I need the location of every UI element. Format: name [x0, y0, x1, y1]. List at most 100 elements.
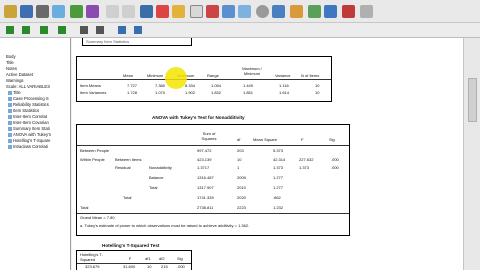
select-cases-icon[interactable] [272, 5, 285, 18]
col-header-sig: Sig [329, 137, 335, 142]
row-label: Total [80, 205, 89, 210]
divider [77, 79, 331, 80]
table-icon [8, 126, 12, 131]
print-preview-icon[interactable] [52, 5, 65, 18]
variables-icon[interactable] [172, 5, 185, 18]
row-label-item-variances: Item Variances [80, 90, 107, 95]
spell-check-icon[interactable] [342, 5, 355, 18]
col-header-n-items: N of Items [301, 73, 320, 78]
demote-icon[interactable] [22, 26, 30, 34]
undo-icon[interactable] [106, 5, 119, 18]
outline-item-label: Item Statistics [13, 108, 40, 113]
open-folder-icon[interactable] [4, 5, 17, 18]
cell-value: 1.373 [273, 165, 284, 170]
table-icon [8, 96, 12, 101]
cell-value: 2223 [237, 205, 246, 210]
col-header-max-min: Maximum / Minimum [242, 66, 262, 76]
redo-icon[interactable] [122, 5, 135, 18]
col-header-sum-squares: Sum of Squares [201, 131, 217, 141]
promote-icon[interactable] [6, 26, 14, 34]
print-icon[interactable] [36, 5, 49, 18]
outline-item-label: Hotelling's T-Square [13, 138, 51, 143]
summary-item-statistics-table[interactable]: Mean Minimum Maximum Range Maximum / Min… [76, 56, 332, 102]
main-toolbar [0, 0, 480, 23]
spss-output-viewer: Body Title Notes Active Dataset Warnings… [0, 0, 480, 270]
col-header-df: df [237, 137, 241, 142]
outline-item-label: Summary Item Stati [13, 126, 50, 131]
vertical-scrollbar[interactable] [463, 38, 480, 270]
col-header-range: Range [207, 73, 219, 78]
cell-value: 8.334 [185, 83, 196, 88]
collapse-icon[interactable] [58, 26, 66, 34]
export-icon[interactable] [70, 5, 83, 18]
col-header-f: F [129, 256, 132, 261]
cell-value: 1.614 [279, 90, 290, 95]
cell-value: 997.472 [197, 148, 212, 153]
outline-item[interactable]: Intraclass Correlati [8, 144, 79, 150]
output-content-pane: Summary Item Statistics Summary Item Sta… [72, 38, 463, 270]
cell-value: 227.632 [299, 157, 314, 162]
insert-cases-icon[interactable] [206, 5, 219, 18]
cell-value: 10 [315, 83, 320, 88]
cell-value: 2020 [237, 195, 246, 200]
cell-value: 323.679 [85, 264, 100, 269]
outline-item-label: Body [6, 54, 16, 59]
recall-dialog-icon[interactable] [86, 5, 99, 18]
col-header-df1: df1 [145, 256, 151, 261]
cell-value: 1.728 [127, 90, 138, 95]
outline-item-label: Inter-Item Correlat [13, 114, 47, 119]
row-label-item-means: Item Means [80, 83, 101, 88]
cell-value: 1.232 [273, 205, 284, 210]
col-header-df2: df2 [159, 256, 165, 261]
row-label: Balance [149, 175, 164, 180]
outline-item-label: Scale: ALL VARIABLES [6, 84, 50, 89]
outline-item-label: Notes [6, 66, 17, 71]
hide-icon[interactable] [96, 26, 104, 34]
hotelling-table[interactable]: Hotelling's T-Squared F df1 df2 Sig 323.… [76, 250, 192, 270]
table-icon [8, 138, 12, 143]
prior-table-fragment: Summary Item Statistics [82, 38, 192, 46]
cell-value: 1.832 [211, 90, 222, 95]
show-all-variables-icon[interactable] [324, 5, 337, 18]
weight-cases-icon[interactable] [256, 5, 269, 18]
use-sets-icon[interactable] [308, 5, 321, 18]
insert-title-icon[interactable] [134, 26, 142, 34]
cell-value: 1.116 [279, 83, 289, 88]
cell-value: 31.600 [123, 264, 136, 269]
split-file-icon[interactable] [238, 5, 251, 18]
row-label: Total [123, 195, 132, 200]
anova-table-title: ANOVA with Tukey's Test for Nonadditivit… [152, 115, 245, 120]
mouse-highlight-circle [165, 67, 187, 89]
outline-toolbar [0, 23, 480, 38]
anova-table[interactable]: Sum of Squares df Mean Square F Sig Betw… [76, 124, 350, 236]
cell-value: 10 [237, 157, 242, 162]
outline-item-label: Case Processing S [13, 96, 49, 101]
cell-value: 7.727 [127, 83, 138, 88]
goto-data-icon[interactable] [140, 5, 153, 18]
designate-window-icon[interactable] [360, 5, 373, 18]
insert-heading-icon[interactable] [118, 26, 126, 34]
cell-value: 1.449 [243, 83, 254, 88]
cell-value: 2010 [237, 185, 246, 190]
cell-value: 1316.487 [197, 175, 214, 180]
find-icon[interactable] [190, 5, 203, 18]
cell-value: 2009 [237, 175, 246, 180]
row-label: Total [149, 185, 158, 190]
outline-panel: Body Title Notes Active Dataset Warnings… [0, 38, 71, 270]
row-label: Between Items [115, 157, 142, 162]
value-labels-icon[interactable] [290, 5, 303, 18]
cell-value: 423.139 [197, 157, 212, 162]
cell-value: 1.277 [273, 175, 284, 180]
scrollbar-thumb[interactable] [468, 78, 477, 122]
show-icon[interactable] [80, 26, 88, 34]
goto-case-icon[interactable] [156, 5, 169, 18]
save-icon[interactable] [20, 5, 33, 18]
cell-value: 1.277 [273, 185, 284, 190]
insert-variable-icon[interactable] [222, 5, 235, 18]
expand-icon[interactable] [40, 26, 48, 34]
row-label: Between People [80, 148, 110, 153]
page-icon [8, 90, 12, 95]
cell-value: .000 [177, 264, 185, 269]
cell-value: 10 [315, 90, 320, 95]
table-icon [8, 114, 12, 119]
